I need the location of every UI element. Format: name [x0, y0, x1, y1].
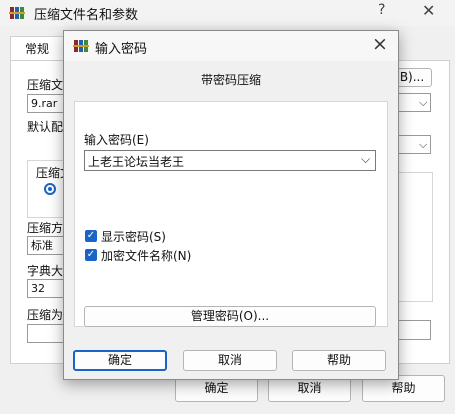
chevron-down-icon: ⌵: [419, 96, 428, 109]
password-input[interactable]: 上老王论坛当老王 ⌵: [84, 150, 376, 171]
format-rar-radio[interactable]: [44, 183, 56, 195]
profile-select[interactable]: ⌵: [398, 135, 431, 154]
method-select[interactable]: 标准: [27, 236, 67, 255]
dictionary-select[interactable]: 32: [27, 279, 67, 298]
encrypt-filenames-checkbox[interactable]: ✓: [85, 249, 97, 261]
update-mode-select[interactable]: ⌵: [398, 93, 431, 112]
archive-name-input[interactable]: 9.rar: [27, 94, 67, 113]
tab-general[interactable]: 常规: [10, 36, 64, 61]
encrypt-filenames-label: 加密文件名称(N): [101, 249, 192, 263]
manage-passwords-button[interactable]: 管理密码(O)...: [84, 306, 376, 327]
set-password-button[interactable]: [398, 320, 431, 340]
back-titlebar: 压缩文件名和参数 ? ✕: [0, 0, 455, 26]
modal-help-button[interactable]: 帮助: [292, 350, 386, 371]
enter-password-dialog: 输入密码 × 带密码压缩 输入密码(E) 上老王论坛当老王 ⌵ ✓ 显示密码(S…: [63, 30, 399, 380]
modal-heading: 带密码压缩: [200, 73, 261, 87]
chevron-down-icon[interactable]: ⌵: [361, 152, 370, 167]
winrar-app-icon: [73, 40, 89, 52]
password-value: 上老王论坛当老王: [88, 155, 185, 169]
close-icon[interactable]: ×: [372, 33, 388, 55]
modal-cancel-button[interactable]: 取消: [183, 350, 277, 371]
close-icon[interactable]: ✕: [422, 1, 435, 20]
winrar-app-icon: [9, 7, 25, 19]
options-group: [398, 172, 433, 302]
modal-ok-button[interactable]: 确定: [73, 350, 167, 371]
chevron-down-icon: ⌵: [419, 138, 428, 151]
split-volumes-label: 压缩为: [27, 308, 64, 322]
default-profile-label: 默认配: [27, 120, 64, 134]
password-label: 输入密码(E): [84, 133, 149, 147]
archive-name-label: 压缩文: [27, 78, 64, 92]
show-password-label: 显示密码(S): [101, 230, 166, 244]
help-icon[interactable]: ?: [378, 2, 385, 18]
back-window-title: 压缩文件名和参数: [34, 8, 139, 23]
modal-title: 输入密码: [95, 42, 148, 57]
method-label: 压缩方: [27, 221, 64, 235]
show-password-checkbox[interactable]: ✓: [85, 230, 97, 242]
modal-titlebar: 输入密码 ×: [64, 31, 398, 61]
dictionary-label: 字典大: [27, 264, 64, 278]
split-volumes-input[interactable]: [27, 324, 67, 343]
